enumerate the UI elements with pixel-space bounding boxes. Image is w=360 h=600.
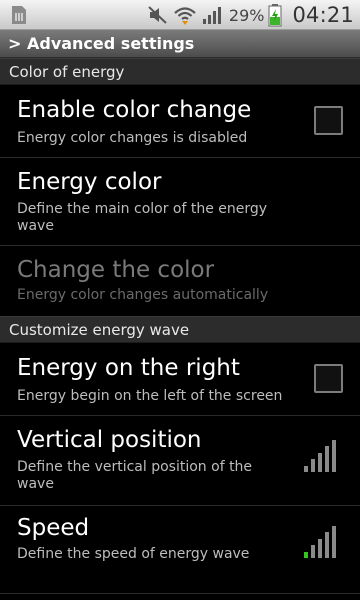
energy-on-the-right-checkbox[interactable] (314, 364, 343, 393)
page-title: > Advanced settings (0, 30, 360, 58)
pref-speed[interactable]: Speed Define the speed of energy wave (0, 506, 360, 594)
pref-summary: Energy begin on the left of the screen (17, 388, 283, 404)
clock: 04:21 (292, 3, 354, 27)
level-bar (318, 453, 322, 472)
level-bar (325, 532, 329, 558)
sim-card-icon (8, 4, 30, 26)
level-bar (332, 440, 336, 472)
level-bar (311, 545, 315, 558)
enable-color-change-checkbox[interactable] (314, 106, 343, 135)
level-bar (325, 446, 329, 472)
battery-percent: 29% (228, 5, 265, 25)
level-bar (304, 552, 308, 558)
category-header-customize-energy-wave: Customize energy wave (0, 316, 360, 343)
pref-energy-color[interactable]: Energy color Define the main color of th… (0, 158, 360, 246)
level-bar (318, 539, 322, 558)
pref-vertical-position[interactable]: Vertical position Define the vertical po… (0, 416, 360, 506)
level-bar (311, 459, 315, 472)
level-bar (304, 466, 308, 472)
pref-change-the-color: Change the color Energy color changes au… (0, 246, 360, 316)
pref-summary: Define the speed of energy wave (17, 546, 250, 562)
pref-energy-on-the-right[interactable]: Energy on the right Energy begin on the … (0, 343, 360, 416)
pref-enable-color-change[interactable]: Enable color change Energy color changes… (0, 85, 360, 158)
level-bar (332, 526, 336, 558)
wifi-icon (173, 0, 197, 30)
speed-level-icon (304, 526, 340, 558)
pref-title: Speed (17, 515, 90, 541)
status-bar: 29% 04:21 (0, 0, 360, 30)
pref-summary: Define the main color of the energy wave (17, 201, 268, 234)
vertical-position-level-icon (304, 440, 340, 472)
pref-summary: Define the vertical position of the wave (17, 459, 253, 492)
pref-title: Change the color (17, 257, 215, 283)
signal-icon (201, 0, 223, 30)
battery-charging-icon (268, 0, 282, 30)
category-header-color-of-energy: Color of energy (0, 58, 360, 85)
pref-title: Energy color (17, 169, 162, 195)
mute-icon (147, 0, 169, 30)
pref-title: Enable color change (17, 97, 252, 123)
pref-summary: Energy color changes is disabled (17, 130, 248, 146)
pref-title: Vertical position (17, 427, 202, 453)
pref-title: Energy on the right (17, 355, 240, 381)
pref-summary: Energy color changes automatically (17, 287, 269, 303)
